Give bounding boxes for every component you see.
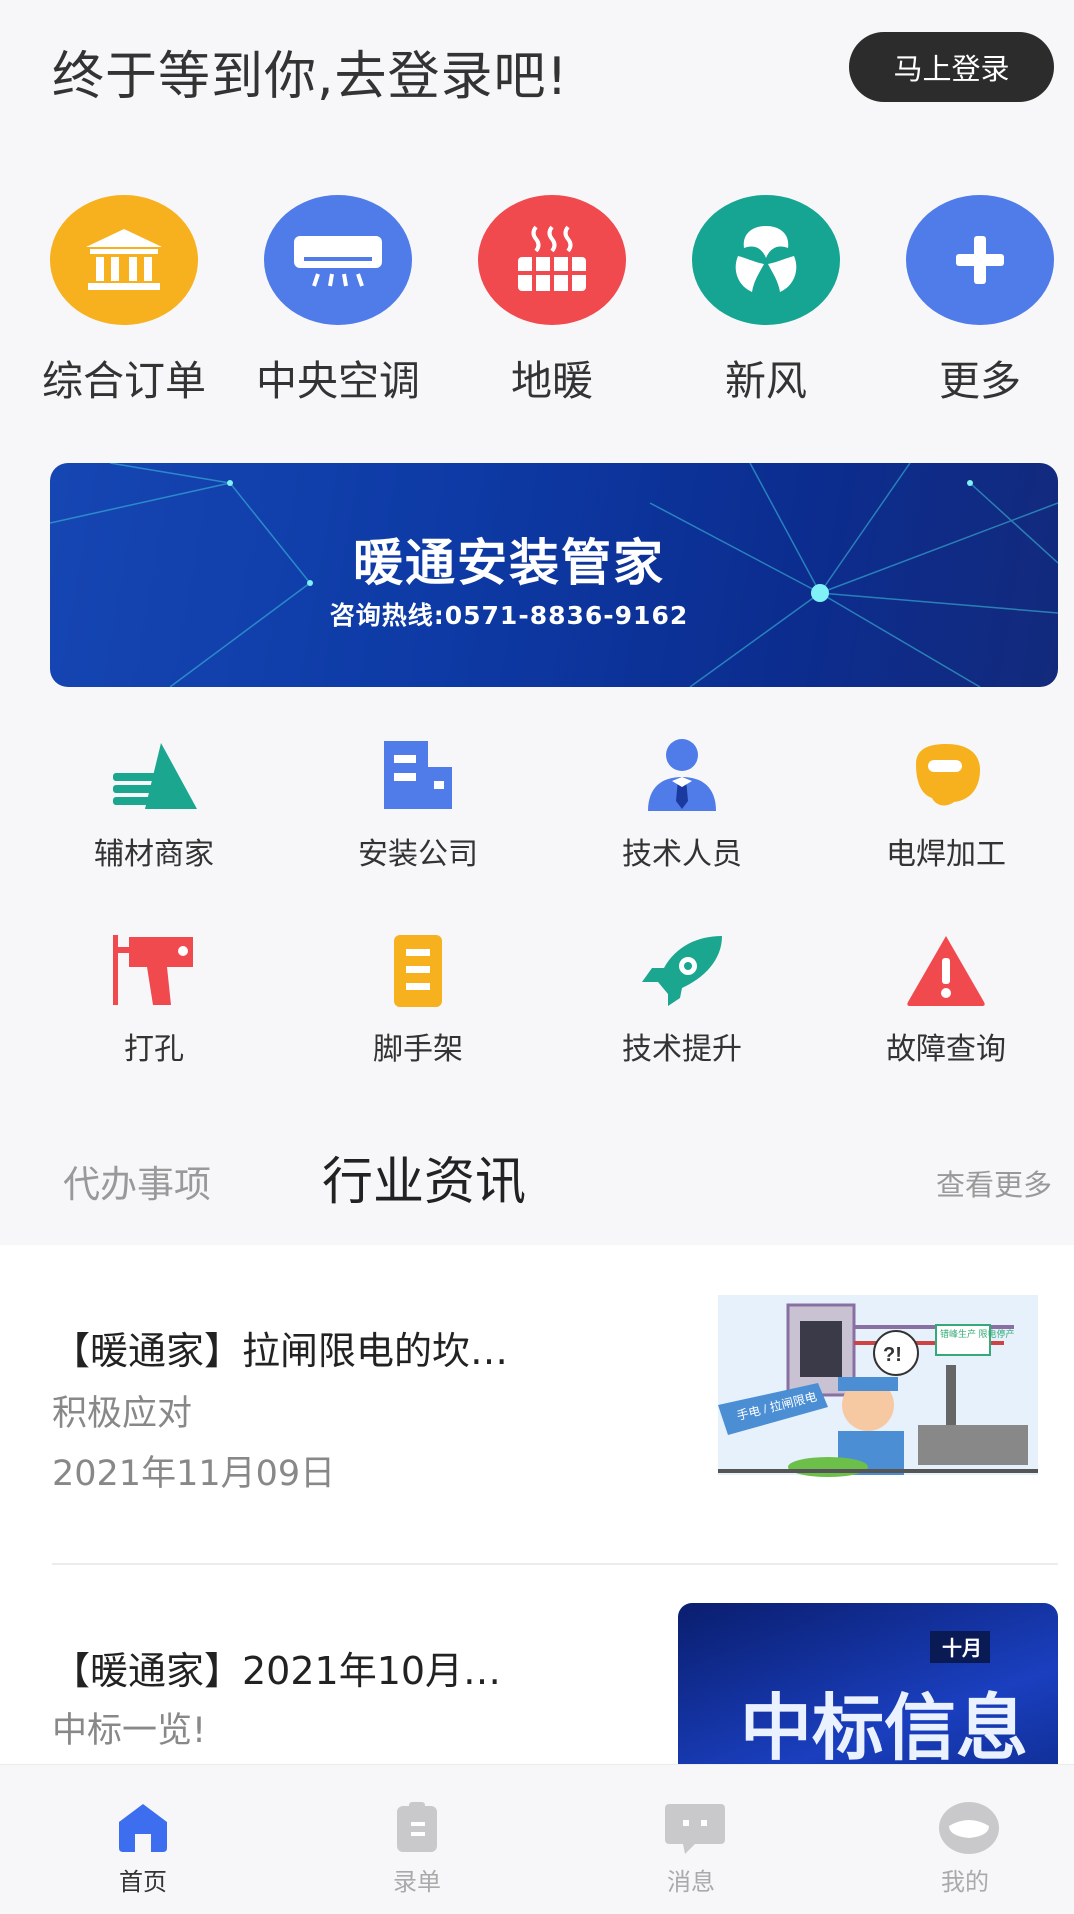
category-label: 新风 — [725, 357, 807, 405]
news-list: 【暖通家】拉闸限电的坎… 积极应对 2021年11月09日 手电 / 拉闸限电 … — [0, 1245, 1074, 1803]
login-button[interactable]: 马上登录 — [849, 32, 1054, 102]
technician-icon — [637, 735, 727, 815]
news-date: 2021年11月09日 — [52, 1454, 336, 1494]
banner-title: 暖通安装管家 — [353, 534, 665, 592]
welding-mask-icon — [901, 735, 991, 815]
clipboard-icon — [389, 1800, 445, 1854]
service-materials[interactable]: 辅材商家 — [22, 735, 286, 873]
service-grid: 辅材商家 安装公司 技术人员 电焊加工 打孔 脚手架 技术提升 故障查询 — [22, 735, 1074, 1075]
nav-home[interactable]: 首页 — [43, 1800, 243, 1897]
category-comprehensive-orders[interactable]: 综合订单 — [17, 195, 231, 407]
news-title: 【暖通家】拉闸限电的坎… — [52, 1329, 509, 1373]
profile-icon — [937, 1800, 999, 1854]
category-row: 综合订单 中央空调 地暖 新风 更多 — [0, 195, 1074, 405]
news-title: 【暖通家】2021年10月… — [52, 1649, 502, 1693]
service-technicians[interactable]: 技术人员 — [550, 735, 814, 873]
fresh-air-icon — [692, 195, 840, 325]
service-label: 技术提升 — [622, 1032, 742, 1067]
bank-icon — [50, 195, 198, 325]
category-label: 综合订单 — [42, 357, 206, 405]
svg-text:十月: 十月 — [942, 1636, 982, 1660]
bottom-navigation: 首页 录单 消息 我的 — [0, 1764, 1074, 1914]
nav-label: 我的 — [941, 1868, 989, 1896]
tab-industry-news[interactable]: 行业资讯 — [322, 1140, 526, 1214]
warning-icon — [901, 930, 991, 1010]
home-icon — [115, 1800, 171, 1854]
service-installation-company[interactable]: 安装公司 — [286, 735, 550, 873]
nav-messages[interactable]: 消息 — [591, 1800, 791, 1897]
service-label: 脚手架 — [373, 1032, 463, 1067]
svg-text:中标信息: 中标信息 — [740, 1686, 1028, 1770]
banner-hotline: 咨询热线:0571-8836-9162 — [329, 601, 689, 630]
plus-icon — [906, 195, 1054, 325]
news-subtitle: 中标一览! — [52, 1711, 207, 1751]
drill-icon — [109, 930, 199, 1010]
tab-todo[interactable]: 代办事项 — [63, 1154, 211, 1208]
greeting-text: 终于等到你,去登录吧! — [52, 47, 569, 107]
category-more[interactable]: 更多 — [873, 195, 1074, 407]
category-central-ac[interactable]: 中央空调 — [231, 195, 445, 407]
service-label: 电焊加工 — [886, 837, 1006, 872]
service-label: 技术人员 — [622, 837, 742, 872]
building-icon — [373, 735, 463, 815]
ladder-icon — [373, 930, 463, 1010]
service-label: 故障查询 — [886, 1032, 1006, 1067]
news-subtitle: 积极应对 — [52, 1394, 193, 1434]
category-label: 更多 — [939, 357, 1021, 405]
category-floor-heating[interactable]: 地暖 — [445, 195, 659, 407]
promo-banner[interactable]: 暖通安装管家 咨询热线:0571-8836-9162 — [50, 463, 1058, 687]
service-welding[interactable]: 电焊加工 — [814, 735, 1074, 873]
svg-text:?!: ?! — [883, 1344, 902, 1366]
air-conditioner-icon — [264, 195, 412, 325]
see-more-link[interactable]: 查看更多 — [936, 1162, 1052, 1204]
svg-text:错峰生产 限电停产: 错峰生产 限电停产 — [940, 1328, 1015, 1339]
category-label: 地暖 — [511, 357, 593, 405]
service-label: 打孔 — [124, 1032, 184, 1067]
header: 终于等到你,去登录吧! 马上登录 — [0, 0, 1074, 140]
message-icon — [663, 1800, 725, 1854]
service-label: 辅材商家 — [94, 837, 214, 872]
nav-label: 录单 — [393, 1868, 441, 1896]
service-skill-upgrade[interactable]: 技术提升 — [550, 930, 814, 1068]
floor-heating-icon — [478, 195, 626, 325]
nav-label: 首页 — [119, 1868, 167, 1896]
news-thumbnail: 手电 / 拉闸限电 ?! 错峰生产 限电停产 — [678, 1285, 1058, 1480]
service-fault-query[interactable]: 故障查询 — [814, 930, 1074, 1068]
nav-profile[interactable]: 我的 — [865, 1800, 1065, 1897]
service-drilling[interactable]: 打孔 — [22, 930, 286, 1068]
category-fresh-air[interactable]: 新风 — [659, 195, 873, 407]
category-label: 中央空调 — [256, 357, 420, 405]
rocket-icon — [637, 930, 727, 1010]
service-scaffolding[interactable]: 脚手架 — [286, 930, 550, 1068]
nav-label: 消息 — [667, 1868, 715, 1896]
news-item[interactable]: 【暖通家】拉闸限电的坎… 积极应对 2021年11月09日 手电 / 拉闸限电 … — [0, 1245, 1074, 1535]
service-label: 安装公司 — [358, 837, 478, 872]
nav-record[interactable]: 录单 — [317, 1800, 517, 1897]
materials-icon — [109, 735, 199, 815]
content-tabs: 代办事项 行业资讯 查看更多 — [0, 1140, 1074, 1220]
